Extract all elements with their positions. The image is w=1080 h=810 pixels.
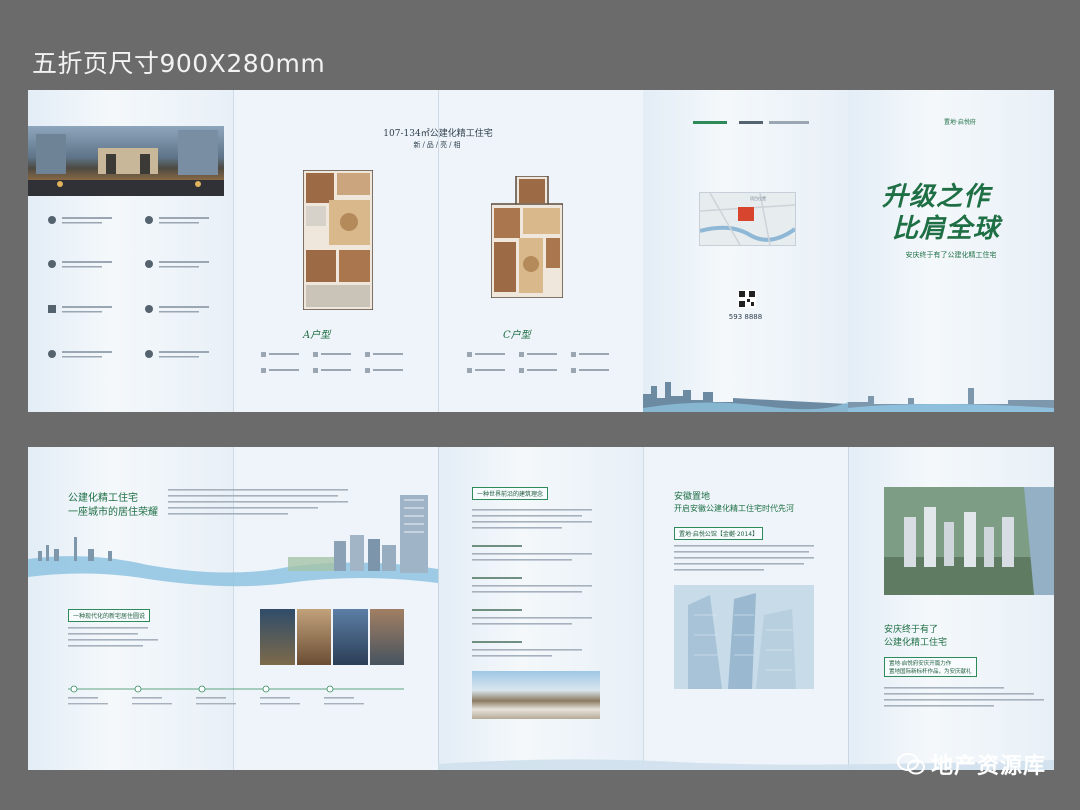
- spread-title-line1: 安徽置地: [674, 492, 711, 502]
- brochure-inner-sheet: 公建化精工住宅 一座城市的居住荣耀 一种现代化的新宅居住圆说 一种世界前沿的建筑…: [28, 447, 1054, 770]
- unit-c-label: C户型: [503, 330, 531, 341]
- tower-photo: [674, 585, 814, 689]
- cover-slogan-line2: 比肩全球: [892, 214, 1001, 244]
- panel-contact: 项目位置 593 8888: [643, 90, 848, 412]
- map-label: 项目位置: [750, 196, 766, 201]
- brochure-outer-sheet: 107-134㎡公建化精工住宅 新/品/亮/相 A户型 C户型 项目位置 593…: [28, 90, 1054, 412]
- spread-title-line1: 安庆终于有了: [884, 625, 939, 635]
- body-text-block: [674, 545, 814, 571]
- unit-spec-rows: [261, 352, 609, 373]
- unit-a-label: A户型: [303, 330, 331, 341]
- page-title: 五折页尺寸900X280mm: [32, 49, 326, 78]
- spread-title-line2: 公建化精工住宅: [884, 638, 948, 648]
- location-map: 项目位置: [699, 192, 797, 246]
- fold-line: [848, 447, 849, 770]
- interior-photo: [472, 671, 600, 719]
- watermark: 地产资源库: [896, 748, 1046, 780]
- watermark-text: 地产资源库: [930, 754, 1046, 779]
- entrance-photo: [28, 126, 224, 196]
- photo-strip: [260, 609, 404, 665]
- river-skyline-illustration: [28, 495, 438, 587]
- wechat-icon: [896, 753, 925, 775]
- spread-title-line2: 开启安徽公建化精工住宅时代先河: [674, 504, 794, 513]
- brand-logos: [693, 121, 809, 124]
- section-heading: 一种世界前沿的建筑理念: [472, 487, 549, 500]
- fold-line: [233, 90, 234, 412]
- section-heading: 一种现代化的新宅居住圆说: [68, 609, 151, 622]
- badge: 置地·启悦府安庆开篇力作 置地国际新标杆作品，为安庆献礼: [884, 657, 977, 677]
- fold-line: [438, 447, 439, 770]
- body-text-block: [68, 627, 158, 647]
- body-text-block: [884, 687, 1044, 707]
- floorplan-c: [491, 176, 563, 298]
- badge-line1: 置地·启悦府安庆开篇力作: [889, 661, 952, 667]
- cover-subline: 安庆终于有了公建化精工住宅: [905, 251, 997, 259]
- phone-number: 593 8888: [728, 313, 763, 321]
- skyline-illustration: [643, 382, 848, 412]
- panel-cover: 置地·启悦府 升级之作 比肩全球 安庆终于有了公建化精工住宅: [848, 90, 1054, 412]
- floorplan-a: [303, 170, 373, 310]
- amenity-list: [46, 212, 226, 374]
- timeline: [68, 685, 404, 705]
- badge: 置地·启悦公馆【金樾·2014】: [674, 527, 764, 540]
- panel-amenities: [28, 90, 233, 412]
- aerial-rendering: [884, 487, 1054, 595]
- body-text-block: [472, 509, 592, 657]
- qr-code-icon: [738, 290, 756, 308]
- cover-logo: 置地·启悦府: [944, 119, 976, 126]
- badge-line2: 置地国际新标杆作品，为安庆献礼: [889, 669, 972, 675]
- fold-line: [643, 447, 644, 770]
- skyline-illustration: [848, 388, 1054, 412]
- fold-line: [438, 90, 439, 412]
